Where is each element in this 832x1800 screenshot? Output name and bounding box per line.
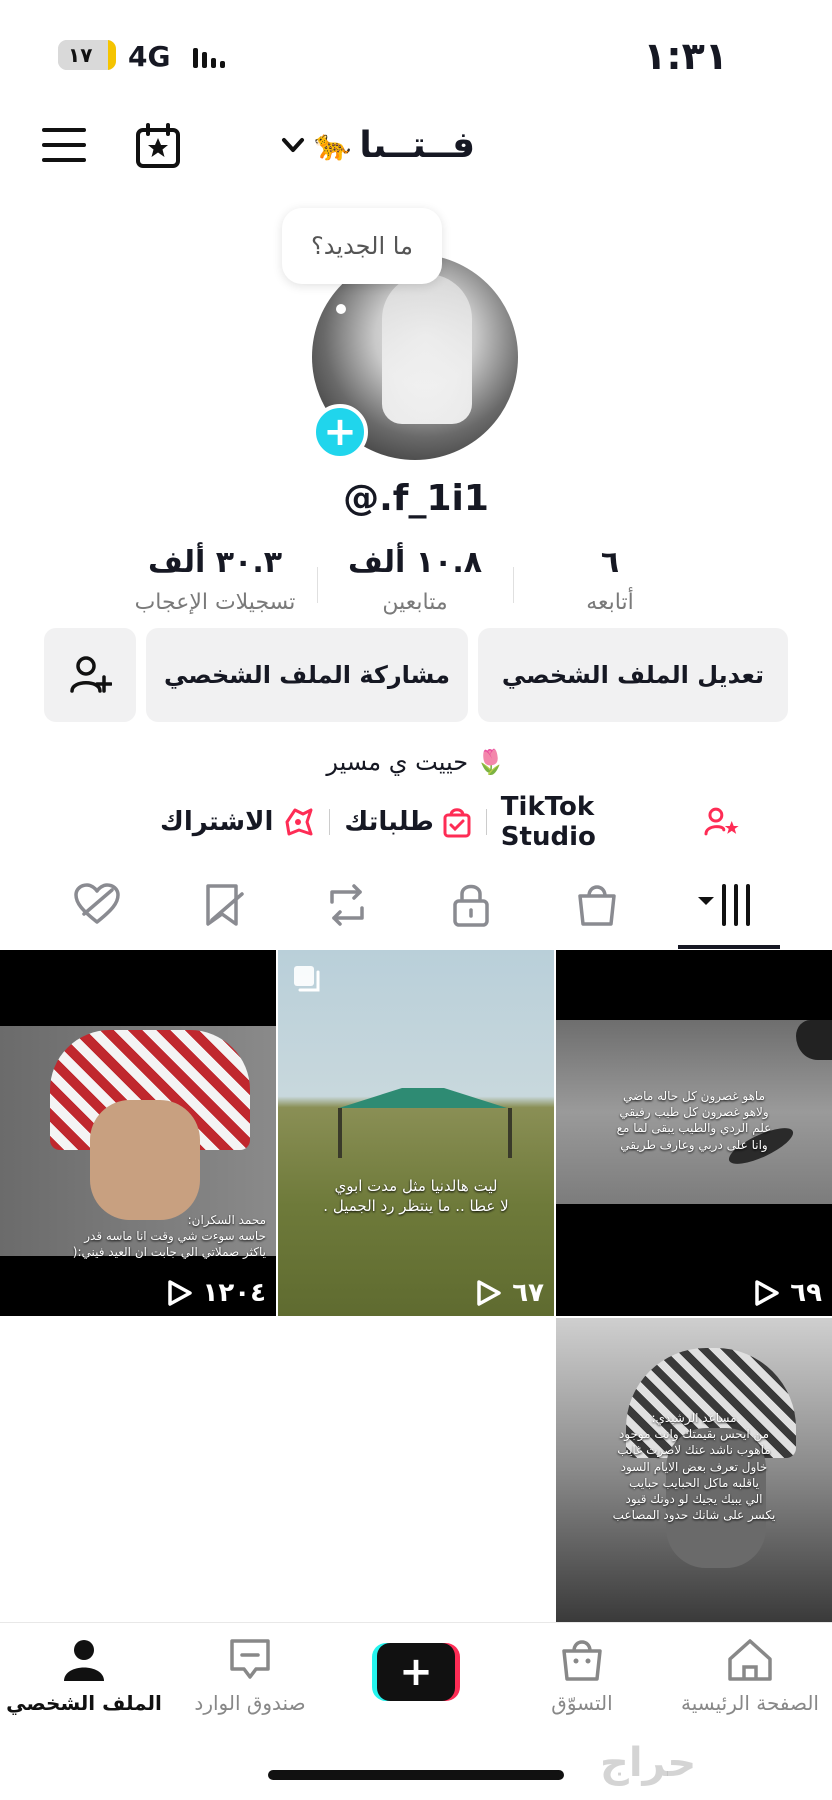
view-count: ٦٩	[754, 1278, 822, 1308]
play-icon	[477, 1280, 501, 1306]
stat-label: متابعين	[382, 590, 448, 615]
profile-icon	[64, 1640, 104, 1681]
reposts-icon[interactable]	[322, 880, 372, 930]
play-icon	[167, 1280, 192, 1306]
stat-followers[interactable]: ١٠.٨ ألف متابعين	[320, 545, 510, 615]
content-tabs	[50, 870, 800, 950]
favorites-hidden-icon[interactable]	[198, 880, 248, 930]
chevron-down-icon	[282, 138, 304, 152]
add-friend-button[interactable]	[44, 628, 136, 722]
stat-following[interactable]: ٦ أتابعه	[515, 545, 705, 615]
home-indicator	[268, 1770, 564, 1780]
play-icon	[755, 1280, 779, 1306]
nav-inbox-label: صندوق الوارد	[194, 1691, 306, 1715]
liked-hidden-icon[interactable]	[72, 880, 122, 930]
profile-handle: @.f_1i1	[343, 478, 489, 519]
share-profile-button[interactable]: مشاركة الملف الشخصي	[146, 628, 468, 722]
add-user-icon	[70, 656, 112, 693]
clock: ١:٣١	[643, 34, 728, 78]
shopping-bag-icon	[562, 1640, 602, 1681]
nav-profile-label: الملف الشخصي	[6, 1691, 162, 1715]
stat-likes[interactable]: ٣٠.٣ ألف تسجيلات الإعجاب	[120, 545, 310, 615]
profile-username: فــتــىا	[359, 124, 476, 166]
video-thumbnail[interactable]: ليت هالدنيا مثل مدت ابوي لا عطا .. ما ين…	[278, 950, 554, 1316]
tiktok-studio-link[interactable]: TikTok Studio	[501, 792, 740, 852]
studio-label: TikTok Studio	[500, 792, 596, 852]
orders-label: طلباتك	[344, 807, 434, 837]
stat-value: ٦	[600, 545, 620, 580]
nav-home[interactable]: الصفحة الرئيسية	[670, 1637, 830, 1715]
home-icon	[728, 1639, 772, 1681]
nav-home-label: الصفحة الرئيسية	[681, 1691, 819, 1715]
creator-star-icon	[704, 807, 739, 836]
battery-level: ١٧	[68, 43, 93, 67]
video-thumbnail[interactable]: محمد السكران: حاسه سوءت شي وقت انا ماسه …	[0, 950, 276, 1316]
leopard-emoji: 🐆	[314, 127, 352, 163]
shopping-bag-check-icon	[443, 808, 471, 838]
video-thumbnail[interactable]: مساعد الرشيدي: من ايحس بقيمتك وانت موجود…	[556, 1318, 832, 1622]
subscribe-label: الاشتراك	[160, 807, 274, 837]
multi-photo-icon	[294, 966, 320, 992]
nav-inbox[interactable]: صندوق الوارد	[170, 1637, 330, 1715]
profile-links: الاشتراك طلباتك TikTok Studio	[160, 792, 740, 852]
video-caption: مساعد الرشيدي: من ايحس بقيمتك وانت موجود…	[612, 1411, 776, 1523]
nav-profile[interactable]: الملف الشخصي	[4, 1637, 164, 1715]
add-story-button[interactable]: +	[312, 404, 368, 460]
stat-label: تسجيلات الإعجاب	[134, 590, 296, 615]
stat-value: ١٠.٨ ألف	[347, 545, 483, 580]
view-count: ١٢٠٤	[167, 1278, 266, 1308]
subscribe-link[interactable]: الاشتراك	[160, 806, 315, 838]
stat-value: ٣٠.٣ ألف	[147, 545, 283, 580]
edit-profile-button[interactable]: تعديل الملف الشخصي	[478, 628, 788, 722]
calendar-star-icon[interactable]	[134, 122, 182, 170]
lock-icon[interactable]	[446, 880, 496, 930]
signal-icon	[193, 48, 225, 68]
inbox-icon	[230, 1639, 270, 1679]
view-count: ٦٧	[476, 1278, 544, 1308]
profile-stats: ٣٠.٣ ألف تسجيلات الإعجاب ١٠.٨ ألف متابعي…	[120, 545, 720, 625]
bottom-nav: الصفحة الرئيسية التسوّق + صندوق الوارد ا…	[0, 1622, 832, 1762]
network-type: 4G	[128, 40, 171, 73]
status-bar: ١٧ 4G ١:٣١	[0, 0, 832, 110]
orders-link[interactable]: طلباتك	[344, 806, 471, 838]
account-switcher[interactable]: 🐆 فــتــىا	[280, 120, 540, 170]
stat-label: أتابعه	[586, 590, 634, 615]
videos-grid-icon[interactable]	[696, 880, 762, 930]
create-button[interactable]: +	[372, 1643, 460, 1701]
active-tab-indicator	[678, 945, 780, 949]
video-caption: ليت هالدنيا مثل مدت ابوي لا عطا .. ما ين…	[323, 1177, 509, 1216]
nav-shop[interactable]: التسوّق	[502, 1637, 662, 1715]
video-caption: ماهو غصرون كل حاله ماضي ولاهو غصرون كل ط…	[616, 1089, 772, 1152]
nav-shop-label: التسوّق	[551, 1691, 613, 1715]
video-caption: محمد السكران: حاسه سوءت شي وقت انا ماسه …	[72, 1213, 266, 1260]
battery-indicator: ١٧	[58, 40, 116, 70]
plus-icon: +	[377, 1643, 455, 1701]
shopping-bag-icon[interactable]	[572, 880, 622, 930]
video-thumbnail[interactable]: ماهو غصرون كل حاله ماضي ولاهو غصرون كل ط…	[556, 950, 832, 1316]
whats-new-bubble[interactable]: ما الجديد؟	[282, 208, 442, 284]
badge-star-icon	[285, 808, 313, 836]
watermark-logo: حراج	[600, 1740, 697, 1786]
profile-bio: حييت ي مسير 🌷	[326, 748, 506, 776]
menu-icon[interactable]	[42, 128, 86, 164]
